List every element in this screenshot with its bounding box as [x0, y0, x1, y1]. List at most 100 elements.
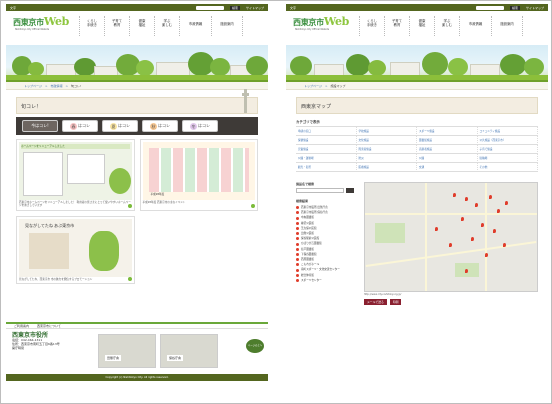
gnav-item[interactable]: 施設案内 [491, 16, 523, 36]
site-logo[interactable]: 西東京市Web [13, 15, 69, 28]
spring-icon: 春 [70, 122, 77, 130]
gnav-item[interactable]: 子育て 教育 [104, 16, 129, 36]
category-link[interactable]: コミュニティ施設 [477, 127, 538, 136]
more-arrow-icon[interactable] [127, 276, 132, 281]
tab-label: はコレ [198, 123, 210, 128]
tab-autumn[interactable]: 秋はコレ [142, 120, 178, 132]
copyright: Copyright (c) Nishitokyo City. All right… [6, 374, 268, 381]
category-link[interactable]: 観光・名所 [296, 163, 357, 172]
map-pin[interactable] [465, 269, 468, 273]
ground [286, 80, 548, 82]
map-pin[interactable] [503, 243, 506, 247]
category-table: 申請の窓口 学校施設 スポーツ施設 コミュニティ施設 保健施設 文化施設 図書館施設 公共施… [296, 126, 538, 172]
category-link[interactable]: 交通 [417, 163, 478, 172]
marker-icon [296, 216, 299, 220]
search-button[interactable]: 検索 [509, 5, 520, 10]
category-link[interactable]: スポーツ施設 [417, 127, 478, 136]
category-link[interactable]: 図書館施設 [417, 136, 478, 145]
gnav-item[interactable]: 健康 福祉 [129, 16, 154, 36]
gnav-item[interactable]: くらし 手続き [359, 16, 384, 36]
map-pin[interactable] [481, 223, 484, 227]
category-link[interactable]: 障害者施設 [356, 145, 417, 154]
feature-card[interactable]: ホームページをリニューアルしました 西東京市ホームページをリニューアルしました！… [16, 139, 135, 211]
map-pin[interactable] [449, 243, 452, 247]
gnav-item[interactable]: 学ぶ 楽しむ [154, 16, 179, 36]
category-link[interactable]: 公園・運動場 [296, 154, 357, 163]
category-link[interactable]: 公共施設（西東京市） [477, 136, 538, 145]
logo-web: Web [43, 15, 70, 28]
map-pin[interactable] [493, 229, 496, 233]
top-bar: 文字 検索 サイトマップ [286, 4, 548, 11]
map-pin[interactable] [435, 227, 438, 231]
gnav-item[interactable]: 施設案内 [211, 16, 243, 36]
breadcrumb-current: 施設マップ [330, 83, 346, 88]
facility-search-input[interactable] [296, 188, 344, 193]
office-photo-tanashi[interactable]: 田無庁舎 [98, 334, 156, 368]
category-link[interactable]: 文化施設 [356, 136, 417, 145]
facility-map[interactable] [364, 182, 538, 292]
category-link[interactable]: 公園 [417, 154, 478, 163]
category-link[interactable]: 高齢者施設 [417, 145, 478, 154]
breadcrumb-link[interactable]: トップページ [24, 84, 42, 88]
photo-placeholder [29, 232, 69, 269]
breadcrumb-link[interactable]: トップページ [304, 84, 322, 88]
map-pin[interactable] [489, 195, 492, 199]
category-link[interactable]: 駐輪場 [477, 154, 538, 163]
text-size-label[interactable]: 文字 [290, 6, 296, 10]
text-size-label[interactable]: 文字 [10, 6, 16, 10]
gnav-item[interactable]: 健康 福祉 [409, 16, 434, 36]
top-bar: 文字 検索 サイトマップ [6, 4, 268, 11]
tab-winter[interactable]: 冬はコレ [182, 120, 218, 132]
category-link[interactable]: 保健施設 [296, 136, 357, 145]
screenshot-frame: 文字 検索 サイトマップ 西東京市Web Nishitokyo City Offi… [0, 0, 552, 404]
map-pin[interactable] [497, 209, 500, 213]
gnav-item[interactable]: 学ぶ 楽しむ [434, 16, 459, 36]
send-mail-button[interactable]: メールで送る [364, 299, 387, 305]
page-top-button[interactable]: ページの上へ [246, 339, 264, 353]
marker-icon [296, 268, 299, 272]
marker-icon [296, 247, 299, 251]
map-pin[interactable] [475, 203, 478, 207]
feature-caption: 西東京市ホームページをリニューアルしました！ 利用者の皆さまにとって使いやすいホ… [19, 201, 131, 208]
tab-spring[interactable]: 春はコレ [62, 120, 98, 132]
tab-now[interactable]: 今はコレ! [22, 120, 58, 132]
gnav-item[interactable]: 市政情報 [459, 16, 491, 36]
category-link[interactable]: 防災 [356, 154, 417, 163]
print-button[interactable]: 印刷 [389, 299, 402, 305]
map-pin[interactable] [465, 197, 468, 201]
tab-summer[interactable]: 夏はコレ [102, 120, 138, 132]
category-link[interactable]: 児童施設 [296, 145, 357, 154]
site-logo[interactable]: 西東京市Web [293, 15, 349, 28]
category-link[interactable]: 子育て施設 [477, 145, 538, 154]
gnav-item[interactable]: 市政情報 [179, 16, 211, 36]
breadcrumb-current: 旬コレ! [71, 83, 82, 88]
sitemap-link[interactable]: サイトマップ [526, 6, 544, 10]
feature-card-empty [139, 215, 258, 284]
facility-search-button[interactable] [346, 188, 354, 193]
more-arrow-icon[interactable] [251, 203, 255, 208]
map-pin[interactable] [471, 237, 474, 241]
category-link[interactable]: 医療施設 [356, 163, 417, 172]
category-link[interactable]: 申請の窓口 [296, 127, 357, 136]
screenshot-thumb [67, 154, 105, 184]
sitemap-link[interactable]: サイトマップ [246, 6, 264, 10]
map-pin[interactable] [505, 201, 508, 205]
gnav-item[interactable]: くらし 手続き [79, 16, 104, 36]
category-link[interactable]: 学校施設 [356, 127, 417, 136]
category-link[interactable]: その他 [477, 163, 538, 172]
more-arrow-icon[interactable] [127, 203, 132, 208]
gnav-item[interactable]: 子育て 教育 [384, 16, 409, 36]
map-pin[interactable] [453, 193, 456, 197]
feature-card[interactable]: 平成28年度 平成28年度 西東京市の主なイベント [139, 139, 258, 211]
office-photo-hoya[interactable]: 保谷庁舎 [160, 334, 218, 368]
marker-icon [296, 263, 299, 267]
map-pin[interactable] [485, 253, 488, 257]
breadcrumb-link[interactable]: 市政情報 [50, 84, 62, 88]
search-input[interactable] [475, 5, 504, 10]
feature-card[interactable]: 見ながしてたね あぶ東京市 見ながしてたね、西東京市 市の魅力を発信するプロモー… [16, 215, 135, 284]
map-pin[interactable] [461, 217, 464, 221]
facility-search [296, 188, 360, 193]
search-button[interactable]: 検索 [229, 5, 240, 10]
result-item[interactable]: スポーツセンター [296, 278, 360, 283]
search-input[interactable] [195, 5, 224, 10]
